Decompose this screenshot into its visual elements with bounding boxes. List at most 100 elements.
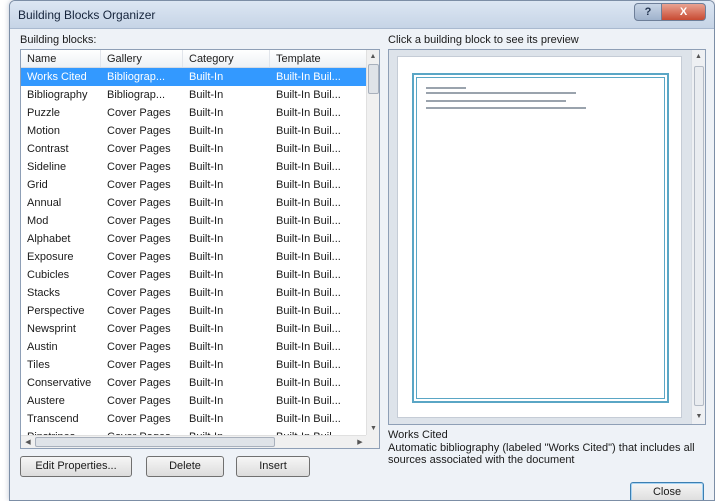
list-item-category: Built-In [189,359,224,371]
list-header: Name Gallery Category Template [21,50,367,68]
list-item-name: Austere [27,395,65,407]
building-blocks-list[interactable]: Name Gallery Category Template Works Cit… [20,49,380,449]
scroll-thumb[interactable] [368,64,379,94]
list-horizontal-scrollbar[interactable]: ◀ ▶ [21,435,367,448]
horizontal-scroll-thumb[interactable] [35,437,275,447]
list-item-name: Puzzle [27,107,61,119]
list-item-gallery: Cover Pages [107,359,171,371]
list-item[interactable]: Austere Cover Pages Built-In Built-In Buil.… [21,392,367,410]
list-item[interactable]: Mod Cover Pages Built-In Built-In Buil... [21,212,367,230]
list-item[interactable]: Alphabet Cover Pages Built-In Built-In Buil… [21,230,367,248]
list-item-name: Motion [27,125,61,137]
list-item[interactable]: Contrast Cover Pages Built-In Built-In Buil… [21,140,367,158]
list-item-gallery: Cover Pages [107,305,171,317]
list-item-gallery: Cover Pages [107,269,171,281]
delete-button[interactable]: Delete [146,456,224,477]
insert-button[interactable]: Insert [236,456,310,477]
list-item[interactable]: Puzzle Cover Pages Built-In Built-In Buil..… [21,104,367,122]
column-header-gallery[interactable]: Gallery [101,50,183,67]
list-item-gallery: Cover Pages [107,323,171,335]
list-item-category: Built-In [189,395,224,407]
scroll-left-icon[interactable]: ◀ [21,436,35,448]
list-item[interactable]: Conservative Cover Pages Built-In Built-In … [21,374,367,392]
list-vertical-scrollbar[interactable]: ▲ ▼ [366,50,379,436]
preview-page [397,56,682,418]
close-button[interactable]: Close [630,482,704,500]
list-item-category: Built-In [189,323,224,335]
list-item[interactable]: Perspective Cover Pages Built-In Built-In B… [21,302,367,320]
list-item-category: Built-In [189,341,224,353]
list-item-category: Built-In [189,305,224,317]
list-item[interactable]: Exposure Cover Pages Built-In Built-In Buil… [21,248,367,266]
list-item-name: Stacks [27,287,61,299]
list-item-gallery: Cover Pages [107,215,171,227]
list-item[interactable]: Stacks Cover Pages Built-In Built-In Buil..… [21,284,367,302]
list-item[interactable]: Austin Cover Pages Built-In Built-In Buil..… [21,338,367,356]
list-item[interactable]: Motion Cover Pages Built-In Built-In Buil..… [21,122,367,140]
list-item-name: Contrast [27,143,69,155]
list-item-category: Built-In [189,377,224,389]
list-item[interactable]: Sideline Cover Pages Built-In Built-In Buil… [21,158,367,176]
preview-scrollbar[interactable]: ▲ ▼ [691,50,705,424]
list-item-template: Built-In Buil... [276,269,341,281]
dialog-title: Building Blocks Organizer [18,8,156,22]
scroll-right-icon[interactable]: ▶ [353,436,367,448]
list-item-template: Built-In Buil... [276,233,341,245]
list-item-name: Alphabet [27,233,71,245]
scroll-up-icon[interactable]: ▲ [367,50,379,64]
list-item-category: Built-In [189,71,224,83]
list-item-gallery: Cover Pages [107,413,171,425]
list-item-category: Built-In [189,161,224,173]
list-item[interactable]: Bibliography Bibliograp... Built-In Built-I… [21,86,367,104]
column-header-category[interactable]: Category [183,50,270,67]
list-item-template: Built-In Buil... [276,287,341,299]
list-item-gallery: Cover Pages [107,125,171,137]
list-item-name: Austin [27,341,58,353]
list-item-name: Sideline [27,161,67,173]
edit-properties-button[interactable]: Edit Properties... [20,456,132,477]
list-item-template: Built-In Buil... [276,143,341,155]
list-item[interactable]: Newsprint Cover Pages Built-In Built-In Bui… [21,320,367,338]
column-header-name[interactable]: Name [21,50,101,67]
list-item-category: Built-In [189,89,224,101]
preview-scroll-up-icon[interactable]: ▲ [692,50,705,64]
list-item[interactable]: Tiles Cover Pages Built-In Built-In Buil... [21,356,367,374]
scroll-down-icon[interactable]: ▼ [367,422,379,436]
list-item-category: Built-In [189,143,224,155]
building-blocks-label: Building blocks: [20,34,97,46]
list-item-template: Built-In Buil... [276,341,341,353]
list-item-name: Exposure [27,251,74,263]
list-item-category: Built-In [189,197,224,209]
preview-scroll-down-icon[interactable]: ▼ [692,410,706,424]
list-item-gallery: Cover Pages [107,197,171,209]
list-item-category: Built-In [189,251,224,263]
window-close-button[interactable]: X [662,3,706,21]
list-item[interactable]: Cubicles Cover Pages Built-In Built-In Buil… [21,266,367,284]
list-item-template: Built-In Buil... [276,305,341,317]
list-item-template: Built-In Buil... [276,197,341,209]
list-item-category: Built-In [189,413,224,425]
list-item-gallery: Cover Pages [107,161,171,173]
title-bar: Building Blocks Organizer ? X [10,1,714,29]
list-item-gallery: Bibliograp... [107,71,166,83]
preview-label: Click a building block to see its previe… [388,34,579,46]
list-item-template: Built-In Buil... [276,359,341,371]
list-item-template: Built-In Buil... [276,89,341,101]
list-item-name: Transcend [27,413,79,425]
list-item-gallery: Cover Pages [107,287,171,299]
help-button[interactable]: ? [634,3,662,21]
preview-scroll-thumb[interactable] [694,66,704,406]
list-item-name: Cubicles [27,269,70,281]
selected-block-description: Automatic bibliography (labeled "Works C… [388,442,695,466]
list-item-name: Perspective [27,305,85,317]
preview-text-line [426,92,576,94]
list-item[interactable]: Works Cited Bibliograp... Built-In Built-In… [21,68,367,86]
list-item[interactable]: Transcend Cover Pages Built-In Built-In Bui… [21,410,367,428]
list-item[interactable]: Annual Cover Pages Built-In Built-In Buil..… [21,194,367,212]
list-item-category: Built-In [189,125,224,137]
list-item[interactable]: Grid Cover Pages Built-In Built-In Buil... [21,176,367,194]
list-item-gallery: Cover Pages [107,395,171,407]
list-item-name: Mod [27,215,49,227]
column-header-template[interactable]: Template [270,50,367,67]
list-item-template: Built-In Buil... [276,71,341,83]
